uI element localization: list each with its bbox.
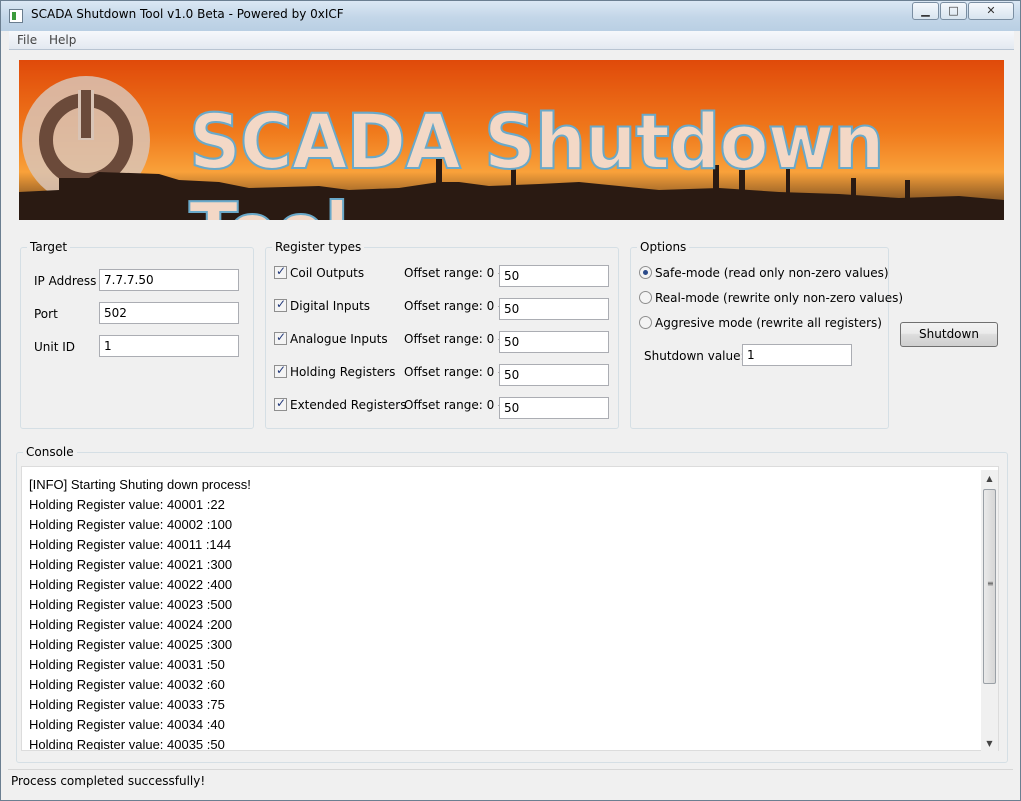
target-legend: Target <box>30 240 68 254</box>
grip-icon: ≡ <box>987 579 994 588</box>
status-text: Process completed successfully! <box>11 774 206 788</box>
extended-offset-label: Offset range: 0 - <box>404 398 503 412</box>
console-line: Holding Register value: 40011 :144 <box>29 537 232 552</box>
extended-registers-checkbox[interactable] <box>274 396 287 411</box>
console-line: Holding Register value: 40021 :300 <box>29 557 233 572</box>
coil-outputs-checkbox[interactable] <box>274 264 287 279</box>
console-line: Holding Register value: 40033 :75 <box>29 697 225 712</box>
maximize-button[interactable]: □ <box>940 2 967 20</box>
port-input[interactable] <box>99 302 239 324</box>
ip-address-input[interactable] <box>99 269 239 291</box>
scroll-down-arrow-icon[interactable]: ▼ <box>981 735 998 752</box>
unit-id-input[interactable] <box>99 335 239 357</box>
real-mode-radio[interactable] <box>639 291 652 304</box>
status-bar: Process completed successfully! <box>8 769 1013 791</box>
aggressive-mode-radio[interactable] <box>639 316 652 329</box>
app-icon[interactable] <box>9 9 23 23</box>
menu-help[interactable]: Help <box>49 33 76 47</box>
console-line: Holding Register value: 40022 :400 <box>29 577 233 592</box>
digital-inputs-label: Digital Inputs <box>290 299 371 313</box>
digital-inputs-checkbox[interactable] <box>274 297 287 312</box>
coil-outputs-label: Coil Outputs <box>290 266 365 280</box>
console-line: Holding Register value: 40023 :500 <box>29 597 233 612</box>
holding-offset-label: Offset range: 0 - <box>404 365 503 379</box>
scroll-up-arrow-icon[interactable]: ▲ <box>981 470 998 487</box>
holding-registers-checkbox[interactable] <box>274 363 287 378</box>
port-label: Port <box>34 307 58 321</box>
scroll-thumb[interactable]: ≡ <box>983 489 996 684</box>
safe-mode-label: Safe-mode (read only non-zero values) <box>655 266 889 280</box>
console-legend: Console <box>26 445 74 459</box>
window-controls: ▁ □ ✕ <box>911 2 1014 20</box>
ip-address-label: IP Address <box>34 274 97 288</box>
banner-title: SCADA Shutdown Tool <box>188 97 886 220</box>
console-line: Holding Register value: 40031 :50 <box>29 657 225 672</box>
shutdown-value-label: Shutdown value: <box>644 349 745 363</box>
extended-offset-input[interactable] <box>499 397 609 419</box>
coil-offset-input[interactable] <box>499 265 609 287</box>
options-legend: Options <box>640 240 687 254</box>
analogue-offset-label: Offset range: 0 - <box>404 332 503 346</box>
console-line: Holding Register value: 40025 :300 <box>29 637 233 652</box>
coil-offset-label: Offset range: 0 - <box>404 266 503 280</box>
shutdown-value-input[interactable] <box>742 344 852 366</box>
menu-file[interactable]: File <box>17 33 37 47</box>
console-line: [INFO] Starting Shuting down process! <box>29 477 251 492</box>
console-line: Holding Register value: 40035 :50 <box>29 737 225 751</box>
window-title: SCADA Shutdown Tool v1.0 Beta - Powered … <box>31 7 344 21</box>
holding-registers-label: Holding Registers <box>290 365 396 379</box>
analogue-inputs-label: Analogue Inputs <box>290 332 388 346</box>
safe-mode-radio[interactable] <box>639 266 652 279</box>
aggressive-mode-label: Aggresive mode (rewrite all registers) <box>655 316 882 330</box>
real-mode-label: Real-mode (rewrite only non-zero values) <box>655 291 904 305</box>
console-line: Holding Register value: 40034 :40 <box>29 717 225 732</box>
console-scrollbar[interactable]: ▲ ≡ ▼ <box>981 470 998 752</box>
header-banner: SCADA Shutdown Tool <box>19 60 1004 220</box>
console-line: Holding Register value: 40002 :100 <box>29 517 233 532</box>
holding-offset-input[interactable] <box>499 364 609 386</box>
console-lines: [INFO] Starting Shuting down process! Ho… <box>29 475 251 751</box>
console-line: Holding Register value: 40032 :60 <box>29 677 225 692</box>
register-types-legend: Register types <box>275 240 362 254</box>
unit-id-label: Unit ID <box>34 340 76 354</box>
menu-bar: File Help <box>9 31 1014 50</box>
digital-offset-label: Offset range: 0 - <box>404 299 503 313</box>
analogue-inputs-checkbox[interactable] <box>274 330 287 345</box>
minimize-button[interactable]: ▁ <box>912 2 939 20</box>
extended-registers-label: Extended Registers <box>290 398 407 412</box>
console-output[interactable]: [INFO] Starting Shuting down process! Ho… <box>21 466 999 751</box>
close-button[interactable]: ✕ <box>968 2 1014 20</box>
digital-offset-input[interactable] <box>499 298 609 320</box>
analogue-offset-input[interactable] <box>499 331 609 353</box>
title-bar[interactable]: SCADA Shutdown Tool v1.0 Beta - Powered … <box>1 1 1020 31</box>
console-line: Holding Register value: 40024 :200 <box>29 617 233 632</box>
shutdown-button[interactable]: Shutdown <box>900 322 998 347</box>
console-line: Holding Register value: 40001 :22 <box>29 497 225 512</box>
